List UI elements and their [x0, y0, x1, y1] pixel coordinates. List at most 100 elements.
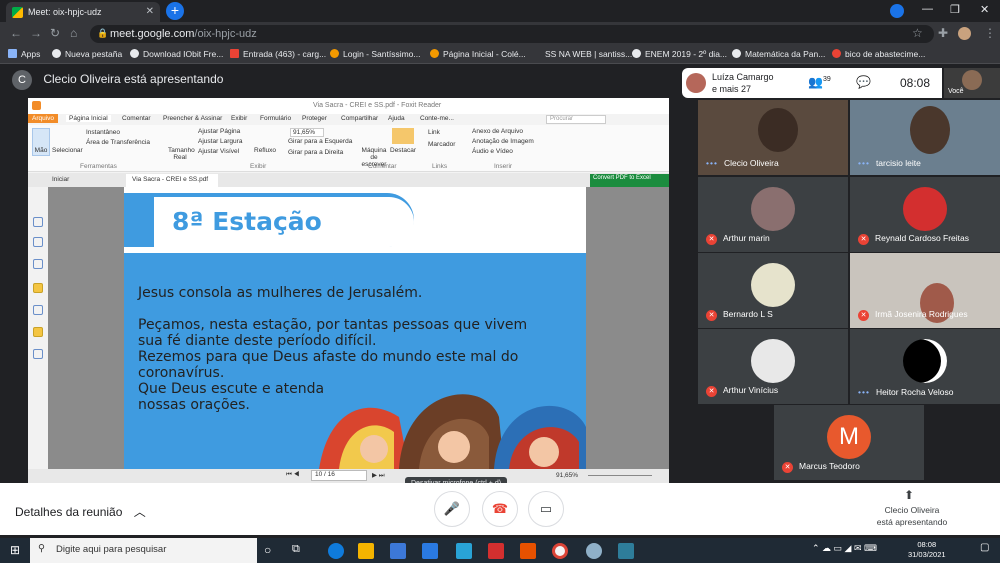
page-nav-icons[interactable]: ⏮ ◀ [286, 471, 299, 479]
menu-compartilhar[interactable]: Compartilhar [341, 115, 378, 122]
rotate-right-button[interactable]: Girar para a Direita [288, 149, 343, 156]
close-tab-icon[interactable]: ✕ [146, 6, 154, 17]
menu-pagina-inicial[interactable]: Página Inicial [66, 115, 111, 122]
browser-tab[interactable]: Meet: oix-hpjc-udz ✕ [6, 2, 160, 22]
windows-start-icon[interactable]: ⊞ [10, 543, 20, 557]
bookmark-item[interactable]: Login - Santíssimo... [330, 49, 420, 59]
microphone-button[interactable]: 🎤 [434, 491, 470, 527]
pages-icon[interactable] [33, 237, 43, 247]
notifications-icon[interactable]: ▢ [980, 542, 989, 553]
menu-comentar[interactable]: Comentar [122, 115, 151, 122]
page-number-input[interactable]: 10 / 16 [311, 470, 367, 481]
chat-icon[interactable]: 💬 [856, 75, 871, 89]
address-bar[interactable]: 🔒 meet.google.com/oix-hpjc-udz [90, 25, 934, 43]
participant-tile[interactable]: ✕ Bernardo L S [698, 253, 848, 328]
home-icon[interactable]: ⌂ [70, 26, 77, 40]
participant-tile[interactable]: M ✕ Marcus Teodoro [774, 405, 924, 480]
taskbar-clock[interactable]: 08:08 31/03/2021 [908, 540, 946, 560]
select-tool-button[interactable]: Selecionar [52, 147, 83, 154]
actual-size-button[interactable]: Tamanho Real [168, 147, 195, 161]
signature-icon[interactable] [33, 349, 43, 359]
app-bird-icon[interactable] [586, 543, 602, 559]
office-icon[interactable] [520, 543, 536, 559]
fit-page-button[interactable]: Ajustar Página [198, 128, 240, 135]
menu-formulario[interactable]: Formulário [260, 115, 291, 122]
back-icon[interactable]: ← [10, 26, 22, 40]
minimize-icon[interactable]: — [922, 3, 933, 15]
forward-icon[interactable]: → [30, 26, 42, 40]
bookmark-item[interactable]: Página Inicial - Colé... [430, 49, 526, 59]
doc-tab-start[interactable]: Iniciar [52, 176, 69, 183]
participant-tile[interactable]: ✕ Arthur marin [698, 177, 848, 252]
bookmark-item[interactable]: bico de abastecime... [832, 49, 925, 59]
audio-video-button[interactable]: Áudio e Vídeo [472, 148, 513, 155]
menu-proteger[interactable]: Proteger [302, 115, 327, 122]
app-l-icon[interactable] [456, 543, 472, 559]
presenting-status[interactable]: Clecio Oliveira está apresentando [870, 504, 954, 528]
present-screen-icon[interactable]: ⬆ [904, 488, 914, 502]
comment-icon[interactable] [33, 283, 43, 293]
file-attachment-button[interactable]: Anexo de Arquivo [472, 128, 523, 135]
participant-tile[interactable]: ✕ Irmã Josenira Rodrigues [850, 253, 1000, 328]
doc-tab-active[interactable]: Via Sacra - CREI e SS.pdf [126, 174, 218, 187]
mail-icon[interactable] [422, 543, 438, 559]
file-explorer-icon[interactable] [358, 543, 374, 559]
menu-icon[interactable]: ⋮ [984, 26, 996, 40]
zoom-select[interactable]: 91,65% [290, 128, 324, 137]
menu-exibir[interactable]: Exibir [231, 115, 247, 122]
menu-preencher[interactable]: Preencher & Assinar [163, 115, 222, 122]
fit-width-button[interactable]: Ajustar Largura [198, 138, 242, 145]
image-annotation-button[interactable]: Anotação de Imagem [472, 138, 534, 145]
reflow-button[interactable]: Refluxo [254, 147, 276, 154]
participant-tile[interactable]: ✕ Reynald Cardoso Freitas [850, 177, 1000, 252]
layers-icon[interactable] [33, 259, 43, 269]
link-button[interactable]: Link [428, 129, 440, 136]
snapshot-button[interactable]: Instantâneo [86, 129, 120, 136]
page-thumbnail-icon[interactable] [33, 217, 43, 227]
store-icon[interactable] [390, 543, 406, 559]
mcafee-icon[interactable] [488, 543, 504, 559]
participant-tile[interactable]: ••• Clecio Oliveira [698, 100, 848, 175]
participant-tile[interactable]: ✕ Arthur Vinícius [698, 329, 848, 404]
menu-arquivo[interactable]: Arquivo [28, 114, 59, 123]
taskbar-search-input[interactable]: ⚲ Digite aqui para pesquisar [30, 538, 257, 563]
meeting-details-button[interactable]: Detalhes da reunião ︿ [15, 503, 146, 520]
menu-conte-me[interactable]: Conte-me... [420, 115, 454, 122]
maximize-icon[interactable]: ❐ [950, 3, 960, 16]
highlight-button[interactable]: Destacar [390, 147, 416, 154]
page-nav-next-icons[interactable]: ▶ ⏭ [372, 471, 385, 480]
participant-tile[interactable]: ••• Heitor Rocha Veloso [850, 329, 1000, 404]
system-tray-icons[interactable]: ⌃ ☁ ▭ ◢ ✉ ⌨ [812, 543, 877, 554]
reader-search-input[interactable]: Procurar [546, 115, 606, 124]
task-view-icon[interactable]: ⧉ [292, 543, 300, 556]
reload-icon[interactable]: ↻ [50, 26, 60, 40]
participant-summary-card[interactable]: Luíza Camargo e mais 27 [682, 68, 792, 98]
cortana-icon[interactable]: ○ [264, 543, 271, 557]
chrome-icon[interactable] [552, 543, 568, 559]
profile-sync-icon[interactable] [890, 4, 904, 18]
new-tab-button[interactable]: + [166, 2, 184, 20]
security-lock-icon[interactable] [33, 327, 43, 337]
bookmark-item[interactable]: SS NA WEB | santiss... [545, 49, 632, 59]
rotate-left-button[interactable]: Girar para a Esquerda [288, 138, 352, 145]
profile-avatar[interactable] [958, 27, 971, 40]
edge-icon[interactable] [328, 543, 344, 559]
photos-icon[interactable] [618, 543, 634, 559]
fit-visible-button[interactable]: Ajustar Visível [198, 148, 239, 155]
close-window-icon[interactable]: ✕ [980, 3, 989, 16]
camera-button[interactable]: ▭ [528, 491, 564, 527]
extensions-icon[interactable]: ✚ [938, 26, 948, 40]
bookmark-item[interactable]: Entrada (463) - carg... [230, 49, 326, 59]
leave-call-button[interactable]: ☎ [482, 491, 518, 527]
bookmark-item[interactable]: Download IObit Fre... [130, 49, 223, 59]
bookmark-item[interactable]: ENEM 2019 - 2º dia... [632, 49, 727, 59]
people-icon[interactable]: 👥39 [808, 75, 831, 89]
clipboard-button[interactable]: Área de Transferência [86, 139, 150, 146]
attachment-icon[interactable] [33, 305, 43, 315]
menu-ajuda[interactable]: Ajuda [388, 115, 405, 122]
bookmark-item[interactable]: Nueva pestaña [52, 49, 122, 59]
bookmark-star-icon[interactable]: ☆ [912, 26, 923, 40]
hand-tool-button[interactable]: Mão [32, 128, 50, 156]
participant-tile[interactable]: ••• tarcisio leite [850, 100, 1000, 175]
zoom-slider[interactable] [588, 475, 652, 476]
